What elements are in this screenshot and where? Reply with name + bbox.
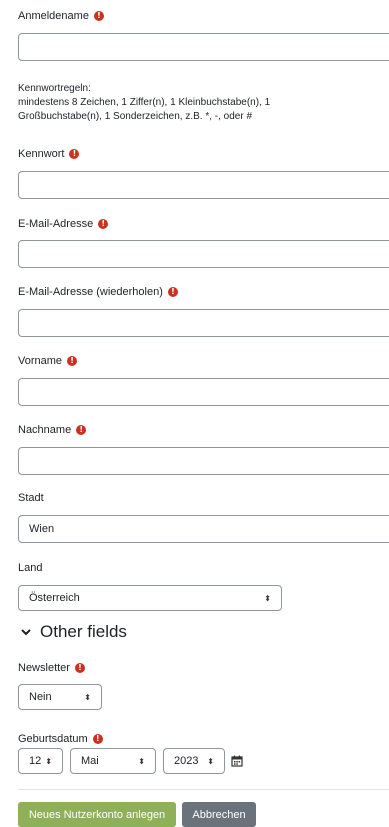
newsletter-label-text: Newsletter <box>18 662 70 674</box>
birthdate-day-select[interactable]: 12 ⬍ <box>18 748 63 774</box>
newsletter-label: Newsletter ! <box>18 662 85 674</box>
country-label: Land <box>18 562 42 574</box>
birthdate-label-text: Geburtsdatum <box>18 733 88 745</box>
firstname-label-text: Vorname <box>18 355 63 367</box>
select-arrow-icon: ⬍ <box>207 756 214 766</box>
required-icon: ! <box>98 219 109 229</box>
create-account-button[interactable]: Neues Nutzerkonto anlegen <box>18 802 176 827</box>
password-rules-title: Kennwortregeln: <box>18 83 91 94</box>
email-repeat-input[interactable] <box>18 309 389 337</box>
username-input[interactable] <box>18 33 389 61</box>
birthdate-label: Geburtsdatum ! <box>18 733 103 745</box>
divider <box>18 789 389 790</box>
password-input[interactable] <box>18 171 389 199</box>
password-rules-line2: Großbuchstabe(n), 1 Sonderzeichen, z.B. … <box>18 111 253 122</box>
newsletter-select[interactable]: Nein ⬍ <box>18 684 102 710</box>
lastname-input[interactable] <box>18 447 389 475</box>
username-label-text: Anmeldename <box>18 10 89 22</box>
birthdate-year-select[interactable]: 2023 ⬍ <box>163 748 225 774</box>
other-fields-toggle[interactable]: Other fields <box>20 622 127 642</box>
password-label: Kennwort ! <box>18 148 80 160</box>
email-input[interactable] <box>18 240 389 268</box>
select-arrow-icon: ⬍ <box>138 756 145 766</box>
select-arrow-icon: ⬍ <box>264 593 271 603</box>
select-arrow-icon: ⬍ <box>45 756 52 766</box>
required-icon: ! <box>92 734 103 744</box>
email-repeat-label: E-Mail-Adresse (wiederholen) ! <box>18 286 178 298</box>
email-repeat-label-text: E-Mail-Adresse (wiederholen) <box>18 286 163 298</box>
password-rules-line1: mindestens 8 Zeichen, 1 Ziffer(n), 1 Kle… <box>18 97 271 108</box>
lastname-label-text: Nachname <box>18 424 72 436</box>
birthdate-year-value: 2023 <box>174 755 199 767</box>
country-select[interactable]: Österreich ⬍ <box>18 585 282 611</box>
firstname-input[interactable] <box>18 378 389 406</box>
required-icon: ! <box>76 425 87 435</box>
lastname-label: Nachname ! <box>18 424 87 436</box>
password-label-text: Kennwort <box>18 148 65 160</box>
required-icon: ! <box>74 663 85 673</box>
required-icon: ! <box>67 356 78 366</box>
other-fields-title: Other fields <box>40 622 127 641</box>
city-label-text: Stadt <box>18 492 44 504</box>
password-rules: Kennwortregeln: mindestens 8 Zeichen, 1 … <box>18 82 270 124</box>
city-label: Stadt <box>18 492 44 504</box>
newsletter-select-value: Nein <box>29 691 52 703</box>
username-label: Anmeldename ! <box>18 10 104 22</box>
country-select-value: Österreich <box>29 592 80 604</box>
birthdate-day-value: 12 <box>29 755 42 767</box>
city-input[interactable]: Wien <box>18 515 389 543</box>
country-label-text: Land <box>18 562 43 574</box>
cancel-button[interactable]: Abbrechen <box>182 802 256 827</box>
firstname-label: Vorname ! <box>18 355 78 367</box>
birthdate-month-select[interactable]: Mai ⬍ <box>70 748 156 774</box>
required-icon: ! <box>69 149 80 159</box>
birthdate-month-value: Mai <box>81 755 99 767</box>
email-label: E-Mail-Adresse ! <box>18 218 109 230</box>
required-icon: ! <box>167 287 178 297</box>
email-label-text: E-Mail-Adresse <box>18 218 94 230</box>
calendar-icon[interactable] <box>231 755 243 767</box>
select-arrow-icon: ⬍ <box>84 692 91 702</box>
chevron-down-icon <box>21 629 31 636</box>
required-icon: ! <box>93 11 104 21</box>
